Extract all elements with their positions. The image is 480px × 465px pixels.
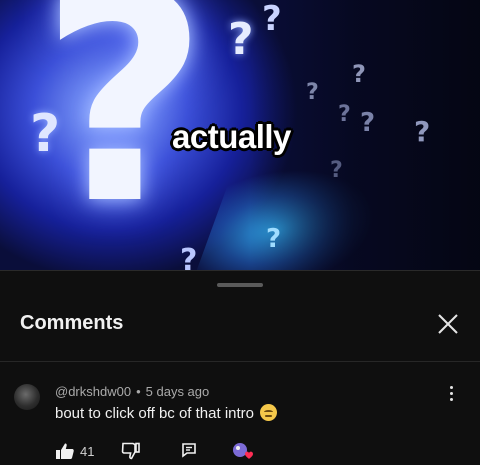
thumbs-down-icon [121, 442, 140, 460]
question-mark-small: ? [262, 0, 282, 39]
comment-time: 5 days ago [145, 384, 210, 399]
question-mark-small: ? [338, 102, 351, 127]
question-mark-small: ? [360, 108, 376, 138]
question-mark-small: ? [228, 14, 254, 65]
like-button[interactable] [55, 442, 75, 465]
video-player[interactable]: ? ? ? ? ? ? ? ? ? ? ? ? actually [0, 0, 480, 270]
question-mark-small: ? [266, 224, 282, 254]
meta-separator: • [136, 384, 141, 399]
video-caption: actually [172, 118, 291, 155]
thumbs-up-icon [56, 443, 74, 459]
close-icon[interactable] [434, 310, 462, 338]
sheet-divider [0, 361, 480, 362]
reply-icon [182, 443, 196, 458]
question-mark-small: ? [180, 243, 198, 271]
drag-handle[interactable] [217, 283, 263, 287]
comment-item: @drkshdw00 • 5 days ago bout to click off … [0, 372, 480, 460]
creator-heart-icon [231, 442, 255, 460]
question-mark-small: ? [306, 80, 319, 105]
video-divider [0, 270, 480, 271]
like-count: 41 [80, 444, 95, 459]
question-mark-small: ? [414, 115, 431, 148]
smirk-emoji-icon [260, 404, 277, 421]
question-mark-small: ? [330, 158, 343, 183]
comment-author[interactable]: @drkshdw00 [55, 384, 131, 399]
question-mark-small: ? [352, 60, 366, 88]
question-mark-small: ? [30, 104, 61, 164]
comment-text: bout to click off bc of that intro [55, 405, 254, 422]
avatar[interactable] [14, 384, 40, 410]
dislike-button[interactable] [121, 442, 141, 465]
comment-meta: @drkshdw00 • 5 days ago [55, 384, 209, 399]
comments-title: Comments [20, 312, 124, 334]
comment-text-row: bout to click off bc of that intro [55, 404, 277, 422]
more-options-icon[interactable] [444, 386, 458, 406]
